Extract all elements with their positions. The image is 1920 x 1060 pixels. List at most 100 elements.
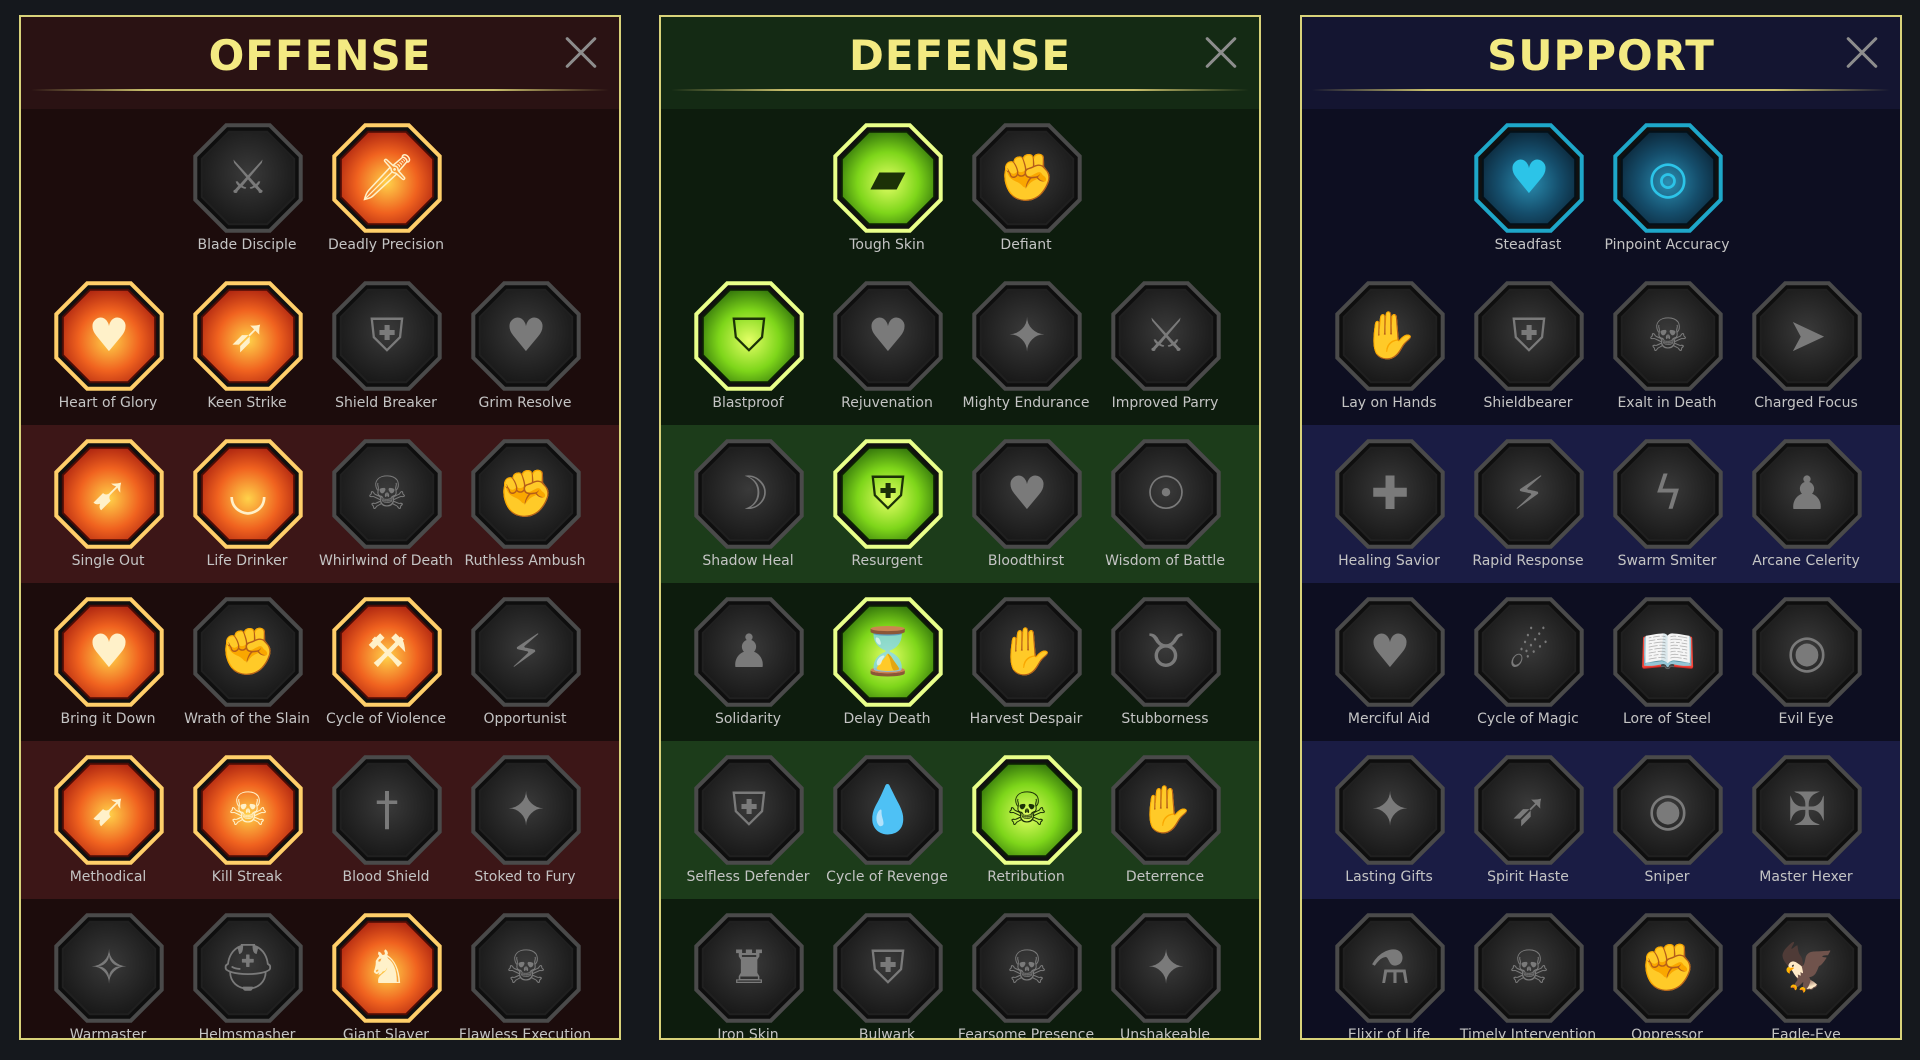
talent-heart-of-glory[interactable]: ♥ Heart of Glory [38, 271, 178, 423]
talent-retribution[interactable]: ☠ Retribution [956, 745, 1096, 897]
armored-warrior-icon: ♜ [690, 909, 808, 1027]
talent-rapid-response[interactable]: ⚡ Rapid Response [1458, 429, 1598, 581]
broken-shield-icon: ⛨ [328, 277, 446, 395]
talent-rejuvenation[interactable]: ♥ Rejuvenation [817, 271, 957, 423]
open-book-icon: 📖 [1609, 593, 1727, 711]
talent-blood-shield[interactable]: † Blood Shield [316, 745, 456, 897]
talent-single-out[interactable]: ➹ Single Out [38, 429, 178, 581]
talent-timely-intervention[interactable]: ☠ Timely Intervention [1458, 903, 1598, 1038]
talent-defiant[interactable]: ✊ Defiant [956, 113, 1096, 265]
talent-label: Resurgent [851, 553, 923, 569]
talent-fearsome-presence[interactable]: ☠ Fearsome Presence [956, 903, 1096, 1038]
talent-stubborness[interactable]: ♉ Stubborness [1095, 587, 1235, 739]
blood-drops-icon-glyph: 💧 [859, 782, 916, 836]
talent-label: Whirlwind of Death [318, 553, 454, 569]
voodoo-doll-icon: ✠ [1748, 751, 1866, 869]
open-book-icon-glyph: 📖 [1639, 624, 1696, 678]
talent-evil-eye[interactable]: ◉ Evil Eye [1736, 587, 1876, 739]
talent-wisdom-of-battle[interactable]: ☉ Wisdom of Battle [1095, 429, 1235, 581]
talent-label: Mighty Endurance [962, 395, 1090, 411]
talent-label: Harvest Despair [969, 711, 1083, 727]
crossed-blades-icon-glyph: ⚔ [1145, 308, 1186, 362]
skulls-icon-glyph: ☠ [227, 782, 268, 836]
talent-pinpoint-accuracy[interactable]: ◎ Pinpoint Accuracy [1597, 113, 1737, 265]
talent-opportunist[interactable]: ⚡ Opportunist [455, 587, 595, 739]
talent-label: Bulwark [858, 1027, 916, 1040]
shadow-figure-icon-glyph: ☽ [728, 466, 769, 520]
eagle-head-icon: 🦅 [1748, 909, 1866, 1027]
talent-kill-streak[interactable]: ☠ Kill Streak [177, 745, 317, 897]
talent-bring-it-down[interactable]: ♥ Bring it Down [38, 587, 178, 739]
talent-label: Stoked to Fury [474, 869, 576, 885]
fanged-mouth-icon-glyph: ◡ [228, 466, 268, 520]
defense-close-icon[interactable] [1203, 35, 1239, 71]
talent-helmsmasher[interactable]: ⛑ Helmsmasher [177, 903, 317, 1038]
talent-shieldbearer[interactable]: ⛨ Shieldbearer [1458, 271, 1598, 423]
talent-steadfast[interactable]: ♥ Steadfast [1458, 113, 1598, 265]
compass-star-icon-glyph: ✦ [1371, 782, 1410, 836]
talent-merciful-aid[interactable]: ♥ Merciful Aid [1319, 587, 1459, 739]
horned-giant-icon: ♞ [328, 909, 446, 1027]
talent-tough-skin[interactable]: ▰ Tough Skin [817, 113, 957, 265]
talent-lasting-gifts[interactable]: ✦ Lasting Gifts [1319, 745, 1459, 897]
talent-swarm-smiter[interactable]: ϟ Swarm Smiter [1597, 429, 1737, 581]
talent-exalt-in-death[interactable]: ☠ Exalt in Death [1597, 271, 1737, 423]
talent-healing-savior[interactable]: ✚ Healing Savior [1319, 429, 1459, 581]
talent-deterrence[interactable]: ✋ Deterrence [1095, 745, 1235, 897]
talent-cycle-of-revenge[interactable]: 💧 Cycle of Revenge [817, 745, 957, 897]
talent-master-hexer[interactable]: ✠ Master Hexer [1736, 745, 1876, 897]
offense-talent-row: ✧ Warmaster ⛑ Helmsmasher ♞ Giant Slayer ☠ F… [21, 899, 619, 1038]
support-talent-row: ✦ Lasting Gifts ➶ Spirit Haste ◉ Sniper ✠ Ma… [1302, 741, 1900, 899]
support-close-icon[interactable] [1844, 35, 1880, 71]
talent-lore-of-steel[interactable]: 📖 Lore of Steel [1597, 587, 1737, 739]
charging-hand-icon: ➤ [1748, 277, 1866, 395]
talent-wrath-of-the-slain[interactable]: ✊ Wrath of the Slain [177, 587, 317, 739]
talent-label: Bloodthirst [987, 553, 1065, 569]
talent-cycle-of-magic[interactable]: ☄ Cycle of Magic [1458, 587, 1598, 739]
talent-ruthless-ambush[interactable]: ✊ Ruthless Ambush [455, 429, 595, 581]
talent-life-drinker[interactable]: ◡ Life Drinker [177, 429, 317, 581]
talent-iron-skin[interactable]: ♜ Iron Skin [678, 903, 818, 1038]
talent-mighty-endurance[interactable]: ✦ Mighty Endurance [956, 271, 1096, 423]
talent-delay-death[interactable]: ⌛ Delay Death [817, 587, 957, 739]
talent-stoked-to-fury[interactable]: ✦ Stoked to Fury [455, 745, 595, 897]
offense-close-icon[interactable] [563, 35, 599, 71]
talent-oppressor[interactable]: ✊ Oppressor [1597, 903, 1737, 1038]
talent-improved-parry[interactable]: ⚔ Improved Parry [1095, 271, 1235, 423]
talent-spirit-haste[interactable]: ➶ Spirit Haste [1458, 745, 1598, 897]
talent-selfless-defender[interactable]: ⛨ Selfless Defender [678, 745, 818, 897]
talent-keen-strike[interactable]: ➶ Keen Strike [177, 271, 317, 423]
bearded-skull-icon-glyph: ☠ [1006, 940, 1047, 994]
talent-bulwark[interactable]: ⛨ Bulwark [817, 903, 957, 1038]
talent-unshakeable[interactable]: ✦ Unshakeable [1095, 903, 1235, 1038]
talent-methodical[interactable]: ➹ Methodical [38, 745, 178, 897]
talent-grim-resolve[interactable]: ♥ Grim Resolve [455, 271, 595, 423]
skull-heart-icon-glyph: ♥ [1006, 466, 1047, 520]
talent-deadly-precision[interactable]: 🗡 Deadly Precision [316, 113, 456, 265]
talent-sniper[interactable]: ◉ Sniper [1597, 745, 1737, 897]
talent-warmaster[interactable]: ✧ Warmaster [38, 903, 178, 1038]
talent-arcane-celerity[interactable]: ♟ Arcane Celerity [1736, 429, 1876, 581]
talent-blade-disciple[interactable]: ⚔ Blade Disciple [177, 113, 317, 265]
talent-elixir-of-life[interactable]: ⚗ Elixir of Life [1319, 903, 1459, 1038]
skull-whirlwind-icon: ☠ [328, 435, 446, 553]
flaming-skull-icon-glyph: ☠ [1647, 308, 1688, 362]
talent-shadow-heal[interactable]: ☽ Shadow Heal [678, 429, 818, 581]
talent-lay-on-hands[interactable]: ✋ Lay on Hands [1319, 271, 1459, 423]
talent-giant-slayer[interactable]: ♞ Giant Slayer [316, 903, 456, 1038]
talent-eagle-eye[interactable]: 🦅 Eagle-Eye [1736, 903, 1876, 1038]
talent-blastproof[interactable]: ⛉ Blastproof [678, 271, 818, 423]
sword-slash-icon-glyph: 🗡 [358, 150, 416, 204]
talent-flawless-execution[interactable]: ☠ Flawless Execution [455, 903, 595, 1038]
spear-strike-icon: ➶ [189, 277, 307, 395]
talent-charged-focus[interactable]: ➤ Charged Focus [1736, 271, 1876, 423]
talent-resurgent[interactable]: ⛨ Resurgent [817, 429, 957, 581]
talent-solidarity[interactable]: ♟ Solidarity [678, 587, 818, 739]
talent-bloodthirst[interactable]: ♥ Bloodthirst [956, 429, 1096, 581]
shadow-runner-icon: ♟ [1748, 435, 1866, 553]
talent-shield-breaker[interactable]: ⛨ Shield Breaker [316, 271, 456, 423]
shadow-runner-icon-glyph: ♟ [1786, 466, 1827, 520]
talent-whirlwind-of-death[interactable]: ☠ Whirlwind of Death [316, 429, 456, 581]
talent-harvest-despair[interactable]: ✋ Harvest Despair [956, 587, 1096, 739]
talent-cycle-of-violence[interactable]: ⚒ Cycle of Violence [316, 587, 456, 739]
